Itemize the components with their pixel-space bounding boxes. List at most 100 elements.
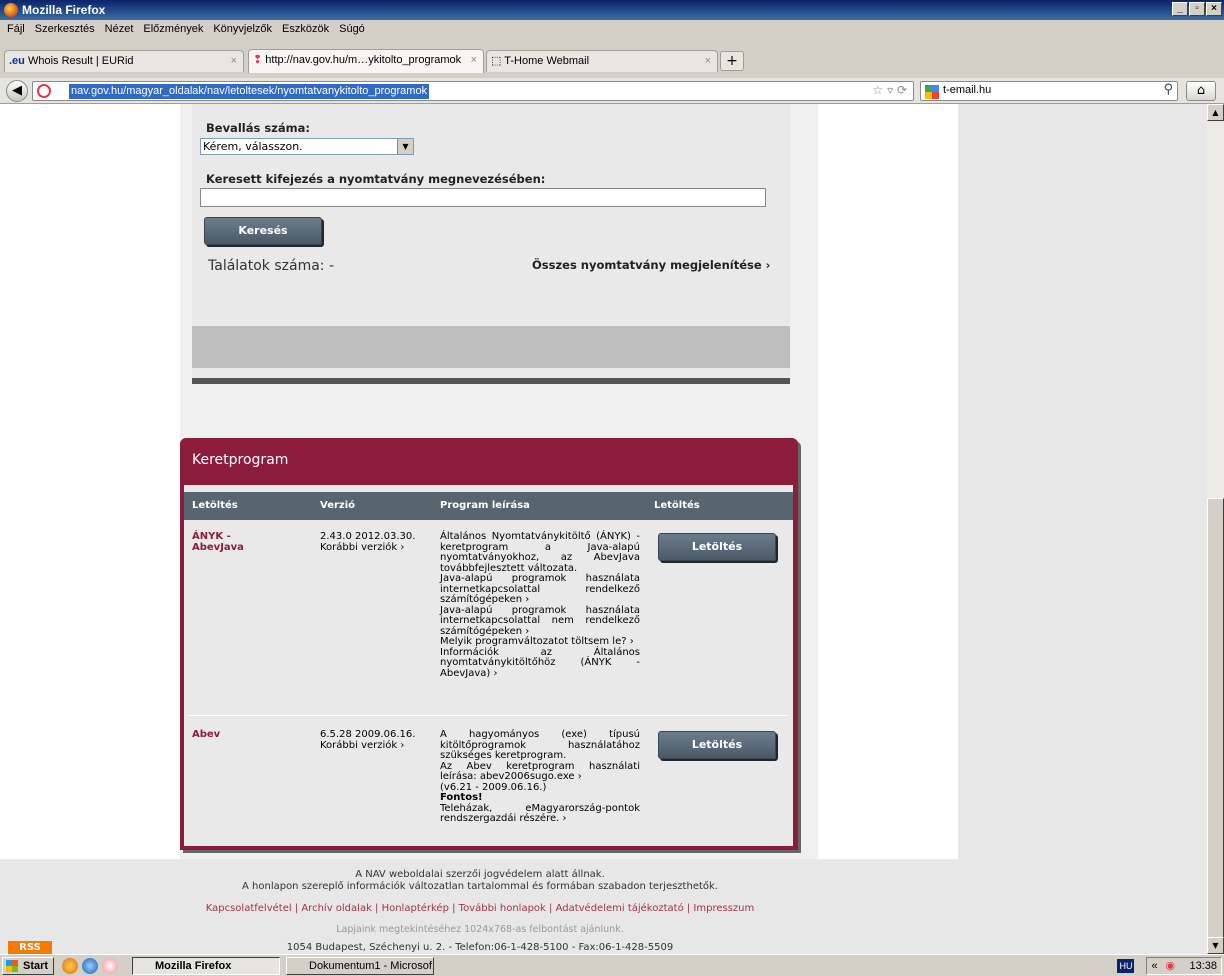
site-identity-icon[interactable] — [37, 84, 51, 98]
menu-bar: Fájl Szerkesztés Nézet Előzmények Könyvjelző… — [0, 20, 1224, 38]
menu-bookmarks[interactable]: Könyvjelzők — [213, 23, 272, 35]
close-button[interactable]: × — [1206, 2, 1222, 16]
left-margin — [0, 104, 180, 859]
home-button[interactable]: ⌂ — [1186, 81, 1216, 101]
description-link[interactable]: Teleházak, eMagyarország-pontok rendszer… — [440, 803, 640, 825]
menu-history[interactable]: Előzmények — [143, 23, 203, 35]
search-box-footer — [192, 326, 790, 368]
older-versions-link[interactable]: Korábbi verziók › — [320, 740, 415, 752]
col-description: Program leírása — [440, 500, 530, 511]
app-quicklaunch-icon[interactable] — [102, 958, 118, 974]
product-anyk[interactable]: ÁNYK - AbevJava — [192, 531, 244, 554]
product-name-line[interactable]: Abev — [192, 729, 220, 741]
scroll-down-icon[interactable]: ▼ — [1207, 937, 1224, 954]
eu-favicon: .eu — [9, 55, 25, 67]
back-button[interactable]: ◀ — [6, 80, 28, 102]
older-versions-link[interactable]: Korábbi verziók › — [320, 542, 415, 554]
description-cell: Általános Nyomtatványkitöltő (ÁNYK) - ke… — [440, 531, 640, 680]
keretprogram-title: Keretprogram — [192, 452, 289, 468]
bookmark-star-icon[interactable]: ☆ ▿ ⟳ — [873, 83, 907, 97]
maximize-button[interactable]: ▫ — [1189, 2, 1205, 16]
menu-help[interactable]: Súgó — [339, 23, 365, 35]
show-all-link[interactable]: Összes nyomtatvány megjelenítése › — [532, 258, 770, 272]
description-link[interactable]: Java-alapú programok használata internet… — [440, 605, 640, 638]
tab-whois[interactable]: .eu Whois Result | EURid × — [4, 50, 244, 72]
page-icon: ⬚ — [491, 55, 502, 67]
nav-favicon: ❢ — [253, 54, 263, 66]
taskbar: Start Mozilla Firefox Dokumentum1 - Micr… — [0, 954, 1224, 976]
language-indicator[interactable]: HU — [1117, 959, 1135, 973]
description-link[interactable]: Melyik programváltozatot töltsem le? › — [440, 636, 640, 648]
tab-nav[interactable]: ❢ http://nav.gov.hu/m…ykitolto_programok… — [248, 49, 484, 73]
page-viewport: Bevallás száma: Kérem, válasszon. ▼ Keres… — [0, 104, 1207, 954]
tab-close-icon[interactable]: × — [471, 50, 477, 70]
system-tray: HU « ◉ 13:38 — [1117, 957, 1222, 975]
tab-label: http://nav.gov.hu/m…ykitolto_programok — [265, 54, 462, 66]
description-cell: A hagyományos (exe) típusú kitöltőprogra… — [440, 729, 640, 825]
ie-quicklaunch-icon[interactable] — [82, 958, 98, 974]
product-name-line[interactable]: ÁNYK - — [192, 531, 244, 543]
main-content: Bevallás száma: Kérem, válasszon. ▼ Keres… — [180, 104, 818, 859]
taskbar-word[interactable]: Dokumentum1 - Microsof... — [286, 957, 434, 975]
search-engine-label: t-email.hu — [943, 84, 992, 96]
result-count: Találatok száma: - — [208, 258, 335, 274]
scroll-thumb[interactable] — [1207, 498, 1224, 938]
page-footer: A NAV weboldalai szerzői jogvédelem alat… — [0, 859, 1207, 954]
middle-strip — [818, 104, 958, 859]
footer-resolution: Lapjaink megtekintéséhez 1024x768-as fel… — [336, 924, 624, 935]
row-divider — [188, 715, 788, 716]
window-titlebar: Mozilla Firefox _ ▫ × — [0, 0, 1224, 20]
product-name-line[interactable]: AbevJava — [192, 542, 244, 554]
bevallas-select[interactable]: Kérem, válasszon. ▼ — [200, 138, 414, 155]
search-engine-icon[interactable] — [925, 85, 939, 99]
tab-label: T-Home Webmail — [504, 55, 590, 67]
search-icon[interactable]: ⚲ — [1163, 82, 1173, 97]
footer-address: 1054 Budapest, Széchenyi u. 2. - Telefon… — [286, 942, 674, 953]
footer-links[interactable]: Kapcsolatfelvétel | Archív oldalak | Hon… — [0, 903, 960, 914]
product-abev[interactable]: Abev — [192, 729, 220, 741]
search-button[interactable]: Keresés — [204, 217, 322, 245]
url-bar[interactable]: nav.gov.hu/magyar_oldalak/nav/letoltesek… — [32, 81, 914, 101]
tab-close-icon[interactable]: × — [705, 51, 711, 71]
windows-flag-icon — [6, 960, 18, 972]
table-header: Letöltés Verzió Program leírása Letöltés — [184, 492, 793, 520]
description-link[interactable]: Az Abev keretprogram használati leírása:… — [440, 761, 640, 783]
rss-button[interactable]: RSS — [8, 941, 52, 954]
minimize-button[interactable]: _ — [1172, 2, 1188, 16]
tab-close-icon[interactable]: × — [231, 51, 237, 71]
right-panel — [958, 104, 1207, 859]
tab-webmail[interactable]: ⬚ T-Home Webmail × — [486, 50, 718, 72]
firefox-quicklaunch-icon[interactable] — [62, 958, 78, 974]
keyword-input[interactable] — [200, 188, 766, 207]
scroll-up-icon[interactable]: ▲ — [1207, 104, 1224, 121]
new-tab-button[interactable]: + — [720, 51, 744, 71]
chevron-down-icon[interactable]: ▼ — [397, 139, 413, 154]
version-text: 2.43.0 2012.03.30. — [320, 531, 416, 542]
description-text: A hagyományos (exe) típusú kitöltőprogra… — [440, 729, 640, 761]
menu-edit[interactable]: Szerkesztés — [35, 23, 95, 35]
bevallas-label: Bevallás száma: — [206, 121, 310, 135]
description-link[interactable]: Információk az Általános nyomtatványkitö… — [440, 647, 640, 680]
taskbar-label: Mozilla Firefox — [155, 960, 232, 972]
col-version: Verzió — [320, 500, 356, 511]
taskbar-firefox[interactable]: Mozilla Firefox — [132, 957, 280, 975]
start-button[interactable]: Start — [2, 957, 54, 975]
menu-tools[interactable]: Eszközök — [282, 23, 329, 35]
download-button[interactable]: Letöltés — [658, 533, 776, 561]
keretprogram-panel: Keretprogram Letöltés Verzió Program leí… — [180, 438, 798, 850]
description-link[interactable]: Java-alapú programok használata internet… — [440, 573, 640, 606]
taskbar-label: Dokumentum1 - Microsof... — [309, 960, 434, 972]
url-text[interactable]: nav.gov.hu/magyar_oldalak/nav/letoltesek… — [69, 84, 430, 99]
menu-file[interactable]: Fájl — [7, 23, 25, 35]
version-text: 6.5.28 2009.06.16. — [320, 729, 416, 740]
search-bar[interactable]: t-email.hu ⚲ — [920, 81, 1178, 101]
menu-view[interactable]: Nézet — [105, 23, 134, 35]
vertical-scrollbar[interactable]: ▲ ▼ — [1207, 104, 1224, 954]
tray-app-icon[interactable]: ◉ — [1165, 958, 1175, 974]
keretprogram-table: Letöltés Verzió Program leírása Letöltés… — [184, 485, 793, 846]
tray-expand-icon[interactable]: « — [1151, 958, 1157, 974]
version-cell: 6.5.28 2009.06.16. Korábbi verziók › — [320, 729, 416, 752]
download-button[interactable]: Letöltés — [658, 731, 776, 759]
start-label: Start — [23, 960, 49, 972]
tab-bar: .eu Whois Result | EURid × ❢ http://nav.g… — [0, 38, 1224, 78]
